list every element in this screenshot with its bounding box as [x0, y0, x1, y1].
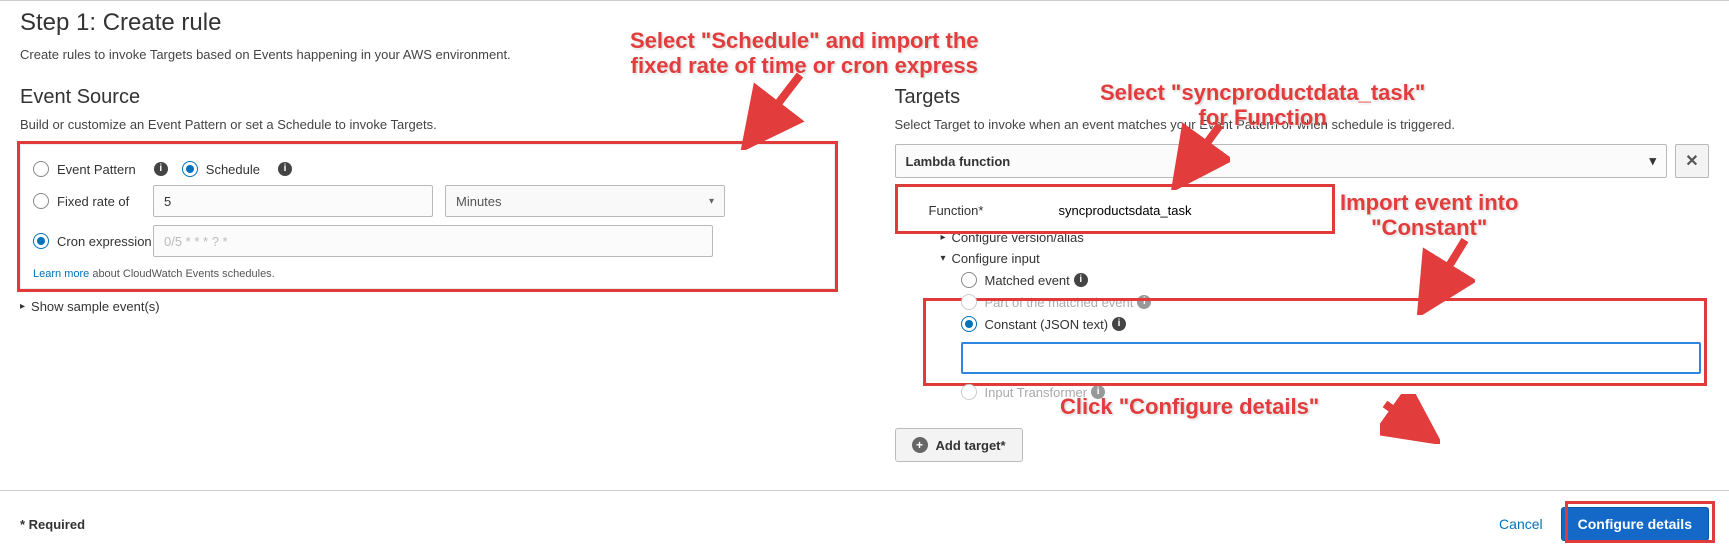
- info-icon[interactable]: i: [1112, 317, 1126, 331]
- cron-label: Cron expression: [57, 234, 152, 249]
- event-source-panel: Event Pattern i Schedule i Fixed rate of: [20, 144, 835, 289]
- caret-down-icon: ▾: [1649, 153, 1656, 169]
- function-label: Function*: [929, 203, 1059, 218]
- configure-input-label: Configure input: [952, 251, 1040, 266]
- cron-radio[interactable]: [33, 233, 49, 249]
- info-icon[interactable]: i: [1074, 273, 1088, 287]
- target-type-select[interactable]: Lambda function ▾: [895, 144, 1668, 178]
- required-note: * Required: [20, 517, 85, 532]
- fixed-rate-value-input[interactable]: [153, 185, 433, 217]
- event-pattern-radio[interactable]: [33, 161, 49, 177]
- caret-down-icon: ▾: [709, 196, 714, 207]
- event-pattern-radio-label: Event Pattern: [57, 162, 136, 177]
- cron-expression-input[interactable]: [153, 225, 713, 257]
- targets-subheading: Select Target to invoke when an event ma…: [895, 117, 1710, 132]
- page-title: Step 1: Create rule: [20, 9, 1709, 37]
- info-icon[interactable]: i: [1137, 295, 1151, 309]
- configure-version-label: Configure version/alias: [952, 230, 1084, 245]
- triangle-right-icon: ▸: [20, 301, 25, 312]
- remove-target-button[interactable]: ✕: [1675, 144, 1709, 178]
- close-icon: ✕: [1685, 151, 1698, 171]
- input-transformer-label: Input Transformer: [985, 385, 1088, 400]
- plus-icon: +: [912, 437, 928, 453]
- part-matched-label: Part of the matched event: [985, 295, 1134, 310]
- fixed-rate-radio[interactable]: [33, 193, 49, 209]
- triangle-right-icon: ▸: [941, 232, 946, 243]
- configure-version-toggle[interactable]: ▸ Configure version/alias: [929, 230, 1702, 245]
- function-value-input[interactable]: [1059, 196, 1319, 224]
- matched-event-label: Matched event: [985, 273, 1070, 288]
- event-source-heading: Event Source: [20, 86, 835, 109]
- add-target-button[interactable]: + Add target*: [895, 428, 1023, 462]
- learn-more-link[interactable]: Learn more: [33, 268, 89, 280]
- schedule-radio[interactable]: [182, 161, 198, 177]
- show-sample-events-label: Show sample event(s): [31, 299, 160, 314]
- triangle-down-icon: ▾: [941, 253, 946, 264]
- show-sample-events-toggle[interactable]: ▸ Show sample event(s): [20, 299, 835, 314]
- matched-event-radio[interactable]: [961, 272, 977, 288]
- fixed-rate-label: Fixed rate of: [57, 194, 129, 209]
- targets-heading: Targets: [895, 86, 1710, 109]
- fixed-rate-unit-select[interactable]: Minutes ▾: [445, 185, 725, 217]
- info-icon[interactable]: i: [154, 162, 168, 176]
- constant-json-label: Constant (JSON text): [985, 317, 1109, 332]
- learn-more-hint: about CloudWatch Events schedules.: [89, 268, 274, 280]
- fixed-rate-unit-value: Minutes: [456, 194, 502, 209]
- configure-details-button[interactable]: Configure details: [1561, 507, 1709, 541]
- input-transformer-radio[interactable]: [961, 384, 977, 400]
- part-matched-radio[interactable]: [961, 294, 977, 310]
- constant-json-radio[interactable]: [961, 316, 977, 332]
- info-icon[interactable]: i: [278, 162, 292, 176]
- event-source-subheading: Build or customize an Event Pattern or s…: [20, 117, 835, 132]
- configure-input-toggle[interactable]: ▾ Configure input: [929, 251, 1702, 266]
- cancel-link[interactable]: Cancel: [1499, 516, 1543, 532]
- page-description: Create rules to invoke Targets based on …: [20, 47, 1709, 62]
- schedule-radio-label: Schedule: [206, 162, 260, 177]
- add-target-label: Add target*: [936, 438, 1006, 453]
- info-icon[interactable]: i: [1091, 385, 1105, 399]
- target-type-value: Lambda function: [906, 154, 1011, 169]
- constant-json-input[interactable]: [961, 342, 1702, 374]
